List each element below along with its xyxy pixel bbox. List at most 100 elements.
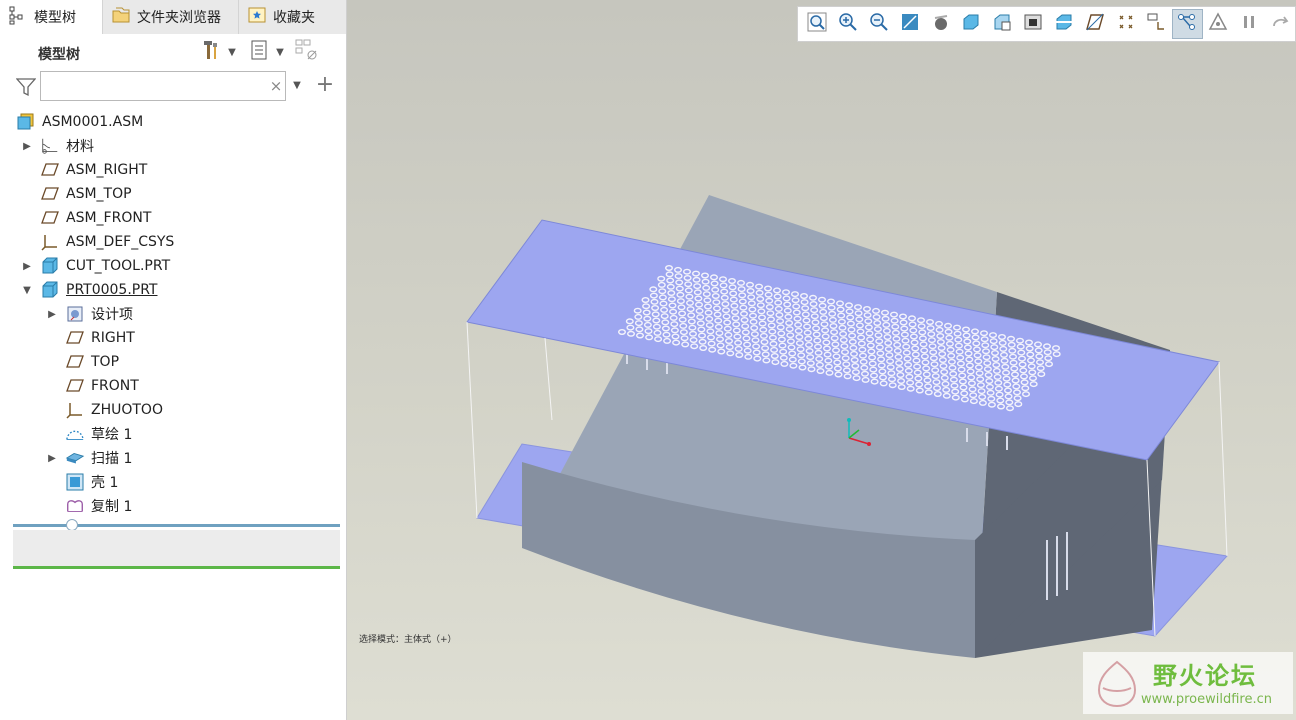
pause-button[interactable] (1233, 9, 1264, 39)
tab-folder-browser-label: 文件夹浏览器 (137, 10, 221, 26)
tree-node[interactable]: ▼ PRT0005.PRT (0, 278, 340, 302)
tab-model-tree[interactable]: 模型树 (0, 0, 102, 34)
tree-node[interactable]: ▶ 设计项 (0, 302, 340, 326)
material-icon (40, 136, 60, 156)
perspective-icon (1023, 12, 1043, 36)
tree-node-label: PRT0005.PRT (66, 282, 158, 298)
graphics-viewport[interactable]: 选择模式：主体式（+） 野火论坛 www.proewildfire.cn (347, 0, 1296, 720)
tree-node[interactable]: 草绘 1 (0, 422, 340, 446)
insert-here-marker[interactable] (13, 524, 340, 527)
settings-tools-dropdown[interactable]: ▼ (226, 40, 238, 64)
search-dropdown-icon[interactable]: ▼ (290, 75, 304, 97)
tree-bottom-divider (13, 566, 340, 569)
tab-favorites-label: 收藏夹 (273, 10, 315, 26)
tree-node-label: 扫描 1 (91, 451, 133, 467)
point-display-icon (1116, 12, 1136, 36)
tree-node[interactable]: FRONT (0, 374, 340, 398)
tree-node[interactable]: ASM_DEF_CSYS (0, 230, 340, 254)
annotation-display-button[interactable] (1203, 9, 1234, 39)
tree-node-label: ASM_DEF_CSYS (66, 234, 175, 250)
collapse-arrow-icon[interactable]: ▶ (20, 134, 34, 158)
repaint-button[interactable] (894, 9, 925, 39)
tab-favorites[interactable]: 收藏夹 (238, 0, 346, 34)
tree-node[interactable]: ▶ 材料 (0, 134, 340, 158)
folder-browser-icon (111, 5, 131, 29)
watermark: 野火论坛 www.proewildfire.cn (1083, 652, 1293, 714)
favorites-icon (247, 5, 267, 29)
assembly-icon (16, 112, 36, 132)
display-style-button[interactable] (925, 9, 956, 39)
part-icon (40, 256, 60, 276)
section-button[interactable] (1049, 9, 1080, 39)
redo-button[interactable] (1264, 9, 1295, 39)
pause-icon (1239, 12, 1259, 36)
tree-node[interactable]: TOP (0, 350, 340, 374)
filter-icon (15, 77, 37, 101)
zoom-in-button[interactable] (833, 9, 864, 39)
csys-display-button[interactable] (1141, 9, 1172, 39)
zoom-out-icon (869, 12, 889, 36)
tree-node[interactable]: 复制 1 (0, 494, 340, 518)
perspective-button[interactable] (1018, 9, 1049, 39)
model-scene[interactable] (347, 0, 1296, 720)
collapse-arrow-icon[interactable]: ▶ (45, 302, 59, 326)
filter-row: × ▼ + (14, 71, 344, 103)
section-icon (1054, 12, 1074, 36)
part-icon (40, 280, 60, 300)
tree-node-label: 草绘 1 (91, 427, 133, 443)
show-options-button[interactable] (248, 40, 270, 64)
design-items-icon (65, 304, 85, 324)
saved-orientations-button[interactable] (956, 9, 987, 39)
tree-node[interactable]: ▶ 扫描 1 (0, 446, 340, 470)
repaint-icon (900, 12, 920, 36)
copy-surface-icon (65, 496, 85, 516)
suppressed-feature-row-bg (13, 530, 340, 568)
tree-node[interactable]: ASM_TOP (0, 182, 340, 206)
point-display-button[interactable] (1110, 9, 1141, 39)
collapse-arrow-icon[interactable]: ▶ (20, 254, 34, 278)
clear-search-button[interactable]: × (266, 75, 286, 97)
tools-icon (200, 39, 222, 65)
tree-node[interactable]: RIGHT (0, 326, 340, 350)
watermark-url: www.proewildfire.cn (1141, 692, 1272, 707)
tree-node-label: 壳 1 (91, 475, 119, 491)
plane-display-button[interactable] (1079, 9, 1110, 39)
search-input[interactable] (40, 71, 286, 101)
coordinate-system-icon (65, 400, 85, 420)
zoom-in-icon (838, 12, 858, 36)
tab-folder-browser[interactable]: 文件夹浏览器 (102, 0, 238, 34)
view-manager-button[interactable] (987, 9, 1018, 39)
zoom-out-button[interactable] (864, 9, 895, 39)
settings-tools-button[interactable] (200, 40, 222, 64)
datum-plane-icon (65, 352, 85, 372)
expand-arrow-icon[interactable]: ▼ (20, 278, 34, 302)
datum-plane-icon (40, 160, 60, 180)
annotation-display-icon (1208, 12, 1228, 36)
tree-node[interactable]: ZHUOTOO (0, 398, 340, 422)
tree-node-label: 复制 1 (91, 499, 133, 515)
tree-node-label: 设计项 (91, 307, 133, 323)
panel-tools: ▼ ▼ (200, 39, 318, 64)
tree-node[interactable]: ASM_RIGHT (0, 158, 340, 182)
tree-node[interactable]: 壳 1 (0, 470, 340, 494)
tree-node-label: CUT_TOOL.PRT (66, 258, 171, 274)
show-options-dropdown[interactable]: ▼ (274, 40, 286, 64)
collapse-arrow-icon[interactable]: ▶ (45, 446, 59, 470)
refit-button[interactable] (802, 9, 833, 39)
tree-node[interactable]: ▶ CUT_TOOL.PRT (0, 254, 340, 278)
redo-icon (1270, 12, 1290, 36)
tree-node[interactable]: ASM_FRONT (0, 206, 340, 230)
saved-orientations-icon (961, 12, 981, 36)
add-filter-button[interactable]: + (314, 73, 336, 99)
tree-node-label: ASM_TOP (66, 186, 132, 202)
spin-center-icon (1177, 12, 1197, 36)
tree-node[interactable]: ASM0001.ASM (0, 110, 340, 134)
shell-icon (65, 472, 85, 492)
spin-center-button[interactable] (1171, 9, 1203, 39)
tree-filter-options-button[interactable] (295, 39, 318, 64)
coordinate-system-icon (40, 232, 60, 252)
plane-display-icon (1085, 12, 1105, 36)
tree-node-label: ASM0001.ASM (42, 114, 144, 130)
status-text: 选择模式：主体式（+） (359, 635, 457, 645)
watermark-logo-icon (1089, 658, 1145, 714)
